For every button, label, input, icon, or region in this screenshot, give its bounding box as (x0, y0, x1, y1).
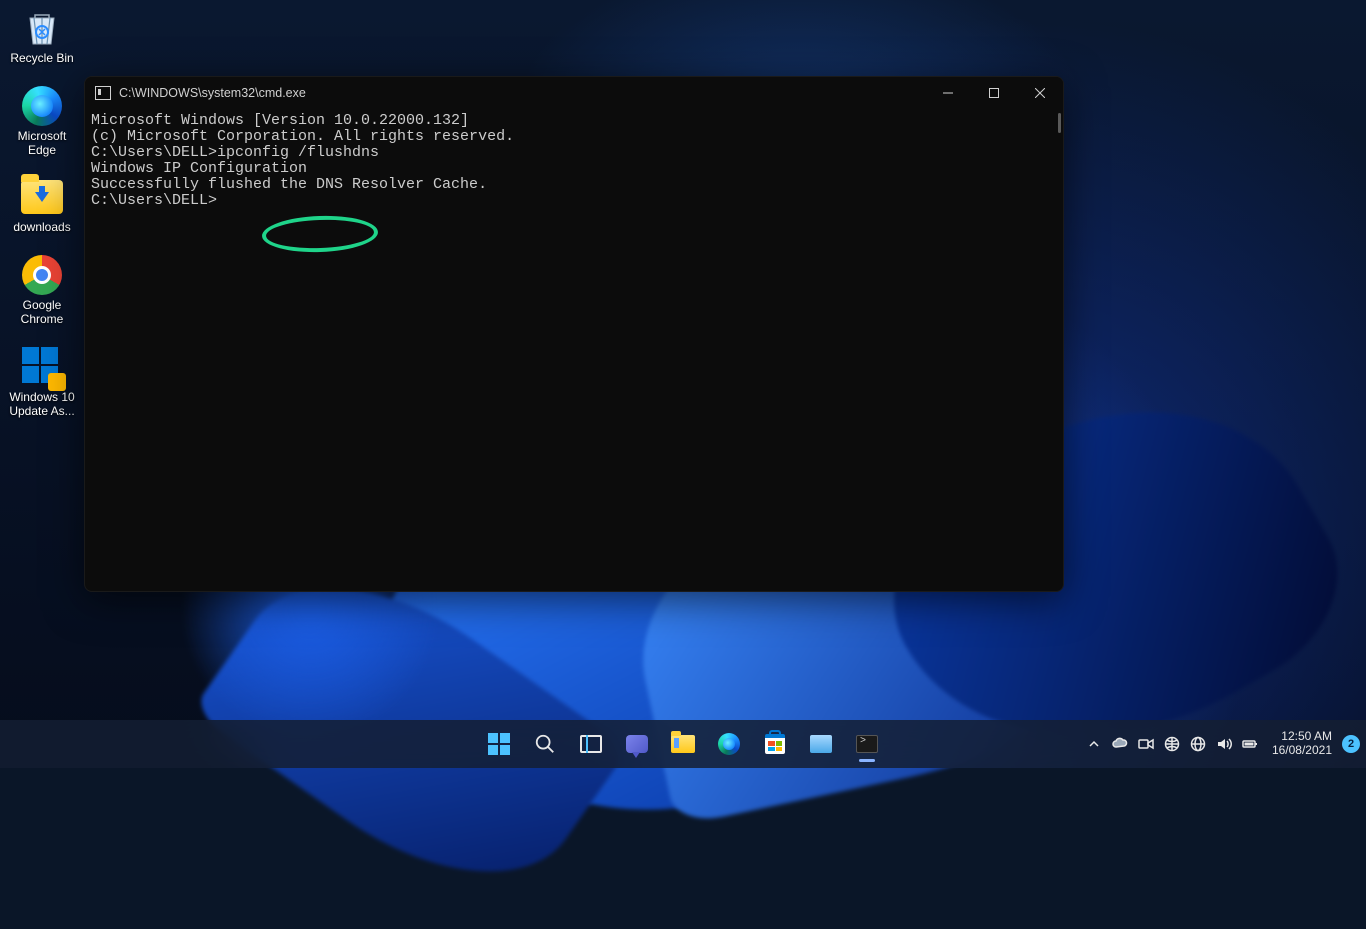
maximize-button[interactable] (971, 77, 1017, 109)
edge-icon (717, 732, 741, 756)
desktop-icon-label: Recycle Bin (10, 52, 73, 66)
search-button[interactable] (525, 724, 565, 764)
command-prompt-window[interactable]: C:\WINDOWS\system32\cmd.exe Microsoft Wi… (84, 76, 1064, 592)
terminal-line: Successfully flushed the DNS Resolver Ca… (91, 177, 1057, 193)
taskbar-app-button[interactable] (801, 724, 841, 764)
desktop-icon-label: Microsoft Edge (4, 130, 80, 158)
language-tray-icon[interactable] (1164, 736, 1180, 752)
desktop-icon-label: Windows 10 Update As... (4, 391, 80, 419)
windows-start-icon (487, 732, 511, 756)
terminal-prompt-line: C:\Users\DELL> (91, 193, 1057, 209)
recycle-bin-icon (20, 6, 64, 50)
system-tray: 12:50 AM 16/08/2021 2 (1086, 720, 1360, 768)
task-view-icon (579, 732, 603, 756)
scrollbar-thumb[interactable] (1058, 113, 1061, 133)
cmd-titlebar-icon (95, 86, 111, 100)
desktop-icon-microsoft-edge[interactable]: Microsoft Edge (4, 84, 80, 158)
desktop-icon-windows-update-assistant[interactable]: Windows 10 Update As... (4, 345, 80, 419)
desktop-icon-downloads[interactable]: downloads (4, 175, 80, 235)
terminal-prompt-line: C:\Users\DELL>ipconfig /flushdns (91, 145, 1057, 161)
battery-tray-icon[interactable] (1242, 736, 1258, 752)
task-view-button[interactable] (571, 724, 611, 764)
network-tray-icon[interactable] (1190, 736, 1206, 752)
terminal-line: Windows IP Configuration (91, 161, 1057, 177)
terminal-prompt: C:\Users\DELL> (91, 144, 217, 161)
clock-date: 16/08/2021 (1272, 744, 1332, 758)
windows-update-icon (20, 345, 64, 389)
taskbar-center (479, 720, 887, 768)
edge-button[interactable] (709, 724, 749, 764)
store-icon (763, 732, 787, 756)
minimize-button[interactable] (925, 77, 971, 109)
app-icon (809, 732, 833, 756)
start-button[interactable] (479, 724, 519, 764)
terminal-output[interactable]: Microsoft Windows [Version 10.0.22000.13… (85, 109, 1063, 213)
window-title: C:\WINDOWS\system32\cmd.exe (119, 86, 306, 100)
search-icon (533, 732, 557, 756)
onedrive-tray-icon[interactable] (1112, 736, 1128, 752)
terminal-line: (c) Microsoft Corporation. All rights re… (91, 129, 1057, 145)
chat-icon (625, 732, 649, 756)
file-explorer-button[interactable] (663, 724, 703, 764)
tray-overflow-button[interactable] (1086, 736, 1102, 752)
volume-tray-icon[interactable] (1216, 736, 1232, 752)
folder-icon (20, 175, 64, 219)
chat-button[interactable] (617, 724, 657, 764)
taskbar-clock[interactable]: 12:50 AM 16/08/2021 (1272, 730, 1332, 758)
desktop-icon-recycle-bin[interactable]: Recycle Bin (4, 6, 80, 66)
edge-icon (20, 84, 64, 128)
command-prompt-taskbar-button[interactable] (847, 724, 887, 764)
terminal-command: ipconfig /flushdns (217, 144, 379, 161)
desktop-icon-google-chrome[interactable]: Google Chrome (4, 253, 80, 327)
desktop-icons: Recycle Bin Microsoft Edge downloads Goo… (0, 0, 84, 424)
taskbar: 12:50 AM 16/08/2021 2 (0, 720, 1366, 768)
clock-time: 12:50 AM (1272, 730, 1332, 744)
cmd-icon (855, 732, 879, 756)
desktop-icon-label: Google Chrome (4, 299, 80, 327)
terminal-line: Microsoft Windows [Version 10.0.22000.13… (91, 113, 1057, 129)
titlebar[interactable]: C:\WINDOWS\system32\cmd.exe (85, 77, 1063, 109)
close-button[interactable] (1017, 77, 1063, 109)
file-explorer-icon (671, 732, 695, 756)
microsoft-store-button[interactable] (755, 724, 795, 764)
notification-badge[interactable]: 2 (1342, 735, 1360, 753)
chrome-icon (20, 253, 64, 297)
meet-now-tray-icon[interactable] (1138, 736, 1154, 752)
desktop-icon-label: downloads (13, 221, 70, 235)
